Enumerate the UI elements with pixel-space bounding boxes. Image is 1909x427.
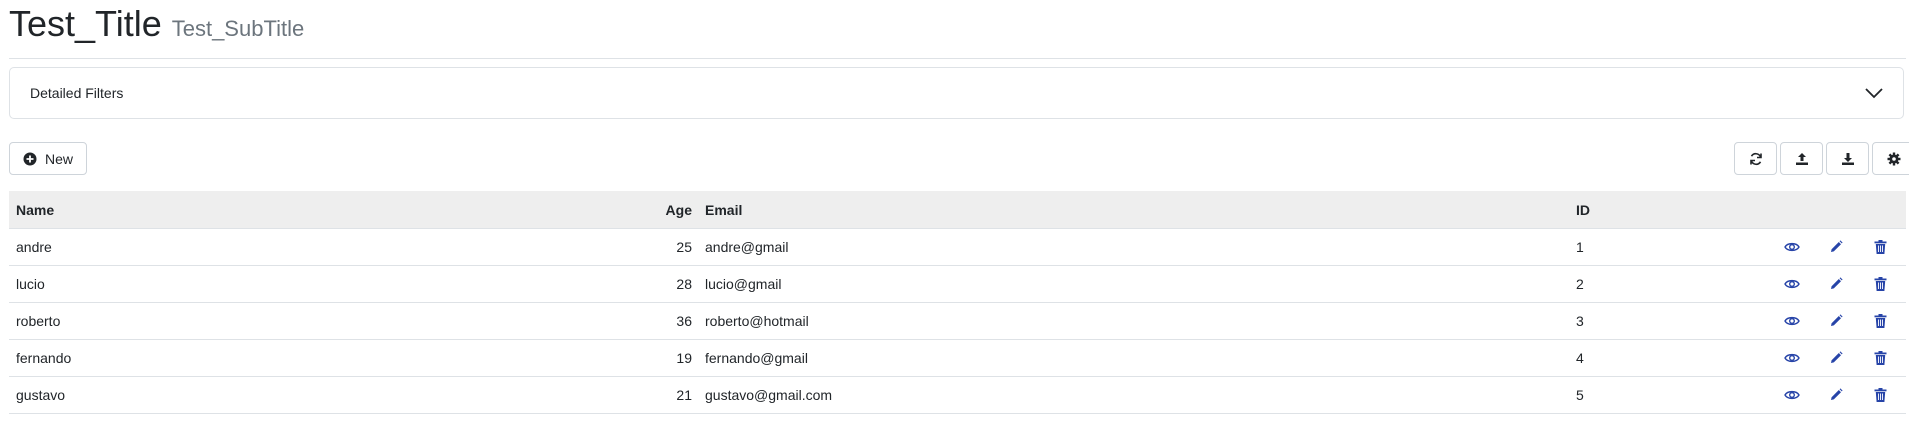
row-actions (1746, 311, 1906, 331)
header-divider (9, 58, 1906, 59)
page-header: Test_Title Test_SubTitle (9, 2, 304, 46)
pencil-icon[interactable] (1826, 311, 1846, 331)
cell-email: andre@gmail (705, 239, 789, 255)
download-icon (1841, 152, 1855, 166)
cell-id: 2 (1576, 276, 1584, 292)
cell-age: 19 (676, 350, 692, 366)
eye-icon[interactable] (1782, 237, 1802, 257)
trash-icon[interactable] (1870, 311, 1890, 331)
new-button[interactable]: New (9, 142, 87, 175)
gear-icon (1887, 152, 1901, 166)
cell-age: 28 (676, 276, 692, 292)
row-actions (1746, 237, 1906, 257)
column-header-email[interactable]: Email (699, 202, 1576, 218)
table-row: andre 25 andre@gmail 1 (9, 229, 1906, 266)
table-row: gustavo 21 gustavo@gmail.com 5 (9, 377, 1906, 414)
upload-icon (1795, 152, 1809, 166)
pencil-icon[interactable] (1826, 274, 1846, 294)
cell-age: 36 (676, 313, 692, 329)
trash-icon[interactable] (1870, 274, 1890, 294)
cell-age: 25 (676, 239, 692, 255)
cell-id: 1 (1576, 239, 1584, 255)
page-subtitle: Test_SubTitle (171, 16, 305, 41)
cell-age: 21 (676, 387, 692, 403)
cell-email: fernando@gmail (705, 350, 808, 366)
eye-icon[interactable] (1782, 274, 1802, 294)
cell-email: roberto@hotmail (705, 313, 809, 329)
new-button-label: New (44, 150, 73, 167)
row-actions (1746, 274, 1906, 294)
cell-id: 4 (1576, 350, 1584, 366)
eye-icon[interactable] (1782, 311, 1802, 331)
page: Test_Title Test_SubTitle Detailed Filter… (0, 0, 1909, 427)
table-row: lucio 28 lucio@gmail 2 (9, 266, 1906, 303)
detailed-filters-accordion[interactable]: Detailed Filters (9, 67, 1904, 119)
refresh-icon (1749, 152, 1763, 166)
upload-button[interactable] (1780, 142, 1823, 175)
eye-icon[interactable] (1782, 348, 1802, 368)
cell-name: roberto (16, 313, 61, 329)
table-row: fernando 19 fernando@gmail 4 (9, 340, 1906, 377)
row-actions (1746, 385, 1906, 405)
pencil-icon[interactable] (1826, 385, 1846, 405)
table-body: andre 25 andre@gmail 1 lucio 28 lucio@gm… (9, 229, 1906, 414)
table-header: Name Age Email ID (9, 191, 1906, 229)
cell-id: 5 (1576, 387, 1584, 403)
trash-icon[interactable] (1870, 385, 1890, 405)
cell-name: lucio (16, 276, 45, 292)
cell-name: andre (16, 239, 52, 255)
cell-name: fernando (16, 350, 72, 366)
pencil-icon[interactable] (1826, 237, 1846, 257)
chevron-down-icon (1865, 87, 1883, 99)
trash-icon[interactable] (1870, 348, 1890, 368)
settings-button[interactable] (1872, 142, 1909, 175)
pencil-icon[interactable] (1826, 348, 1846, 368)
plus-circle-icon (23, 152, 37, 166)
row-actions (1746, 348, 1906, 368)
page-title: Test_Title (9, 3, 162, 44)
column-header-id[interactable]: ID (1576, 202, 1746, 218)
download-button[interactable] (1826, 142, 1869, 175)
cell-name: gustavo (16, 387, 66, 403)
detailed-filters-label: Detailed Filters (30, 85, 124, 101)
column-header-age[interactable]: Age (499, 202, 699, 218)
cell-id: 3 (1576, 313, 1584, 329)
trash-icon[interactable] (1870, 237, 1890, 257)
column-header-name[interactable]: Name (9, 202, 499, 218)
eye-icon[interactable] (1782, 385, 1802, 405)
table-row: roberto 36 roberto@hotmail 3 (9, 303, 1906, 340)
data-table: Name Age Email ID andre 25 andre@gmail 1 (9, 191, 1906, 414)
refresh-button[interactable] (1734, 142, 1777, 175)
cell-email: lucio@gmail (705, 276, 782, 292)
cell-email: gustavo@gmail.com (705, 387, 833, 403)
